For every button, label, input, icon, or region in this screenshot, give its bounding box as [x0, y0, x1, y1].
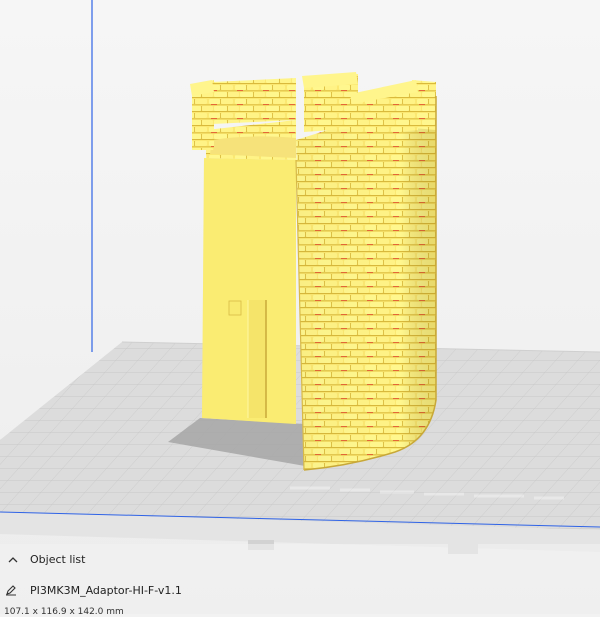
chevron-up-icon [6, 552, 20, 566]
object-list-panel: Object list PI3MK3M_Adaptor-HI-F-v1.1 10… [0, 544, 600, 617]
tower-model[interactable] [190, 72, 437, 471]
build-plate-scene[interactable] [0, 0, 600, 614]
object-dimensions: 107.1 x 116.9 x 142.0 mm [4, 607, 124, 617]
object-list-toggle[interactable]: Object list [6, 552, 85, 566]
object-name: PI3MK3M_Adaptor-HI-F-v1.1 [30, 583, 182, 597]
object-list-item[interactable]: PI3MK3M_Adaptor-HI-F-v1.1 [4, 583, 182, 597]
3d-viewport[interactable]: Object list PI3MK3M_Adaptor-HI-F-v1.1 10… [0, 0, 600, 617]
object-list-title: Object list [30, 552, 86, 566]
pencil-icon [4, 583, 18, 597]
